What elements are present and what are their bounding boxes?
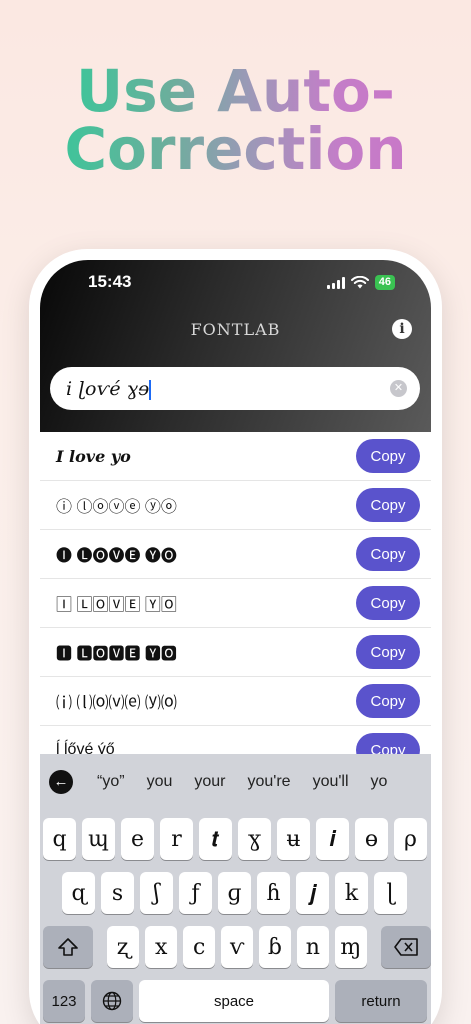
key-row-2: ɋ s ʃ ƒ ɡ ɦ 𝒋 k ɭ — [40, 872, 431, 914]
result-row: ⓘ ⓛⓞⓥⓔ ⓨⓞ Copy — [40, 481, 431, 530]
key-row-3: ʐ x c ѵ ɓ n ɱ — [40, 926, 431, 968]
app-title: FONTLAB — [190, 320, 281, 339]
key[interactable]: 𝒊 — [316, 818, 349, 860]
key[interactable]: ɦ — [257, 872, 290, 914]
result-text: 🅸 🅻🅾🆅🅴 🆈🅾 — [56, 646, 177, 663]
key[interactable]: ɣ — [238, 818, 271, 860]
search-input[interactable]: i ɭoѵé ɣɘ ✕ — [50, 367, 420, 410]
status-icons: 46 — [326, 275, 395, 290]
key[interactable]: ρ — [394, 818, 427, 860]
key-row-1: q ɰ e r 𝒕 ɣ ʉ 𝒊 ɵ ρ — [40, 818, 431, 860]
globe-icon — [102, 991, 122, 1011]
headline-line-1: Use Auto- — [76, 57, 395, 125]
backspace-icon — [394, 938, 418, 956]
search-value: i ɭoѵé ɣɘ — [66, 378, 152, 400]
suggestion-item[interactable]: you — [147, 773, 173, 791]
suggestion-item[interactable]: you're — [247, 773, 290, 791]
status-time: 15:43 — [88, 272, 132, 291]
text-caret — [149, 380, 152, 400]
copy-button[interactable]: Copy — [356, 635, 420, 669]
key[interactable]: ɭ — [374, 872, 407, 914]
app-header: 15:43 46 FONTLAB i i ɭoѵé ɣɘ ✕ — [40, 260, 431, 432]
key[interactable]: r — [160, 818, 193, 860]
key[interactable]: ɓ — [258, 926, 291, 968]
keyboard: ← “yo” you your you're you'll yo q ɰ e r… — [40, 754, 431, 1024]
suggestion-item[interactable]: “yo” — [97, 773, 125, 791]
numbers-key[interactable]: 123 — [43, 980, 85, 1022]
result-text: ⓘ ⓛⓞⓥⓔ ⓨⓞ — [56, 499, 177, 516]
key[interactable]: n — [296, 926, 329, 968]
result-row: 🅸 🅻🅾🆅🅴 🆈🅾 Copy — [40, 628, 431, 677]
key[interactable]: ʉ — [277, 818, 310, 860]
globe-key[interactable] — [91, 980, 133, 1022]
clear-icon[interactable]: ✕ — [390, 380, 407, 397]
copy-button[interactable]: Copy — [356, 586, 420, 620]
key[interactable]: x — [145, 926, 178, 968]
key[interactable]: ʐ — [107, 926, 140, 968]
result-row: ⒤ ⒧⒪⒱⒠ ⒴⒪ Copy — [40, 677, 431, 726]
key[interactable]: k — [335, 872, 368, 914]
key[interactable]: ƒ — [179, 872, 212, 914]
results-list: 𝑰 𝒍𝒐𝒗𝒆 𝒚𝒐 Copy ⓘ ⓛⓞⓥⓔ ⓨⓞ Copy 🅘 🅛🅞🅥🅔 🅨🅞 … — [40, 432, 431, 775]
result-text: 𝑰 𝒍𝒐𝒗𝒆 𝒚𝒐 — [56, 446, 131, 466]
key[interactable]: q — [43, 818, 76, 860]
key[interactable]: ѵ — [221, 926, 253, 968]
result-row: 🄸 🄻🄾🅅🄴 🅈🄾 Copy — [40, 579, 431, 628]
result-text: ⒤ ⒧⒪⒱⒠ ⒴⒪ — [56, 695, 177, 712]
info-icon[interactable]: i — [392, 319, 412, 339]
key-row-4: 123 space return — [40, 980, 431, 1022]
cellular-signal-icon — [326, 276, 345, 289]
key[interactable]: ɱ — [334, 926, 367, 968]
suggestion-item[interactable]: yo — [371, 773, 388, 791]
key[interactable]: ɋ — [62, 872, 95, 914]
suggestion-item[interactable]: you'll — [313, 773, 349, 791]
key[interactable]: 𝒕 — [199, 818, 232, 860]
headline: Use Auto- Correction — [0, 62, 471, 178]
copy-button[interactable]: Copy — [356, 488, 420, 522]
key[interactable]: ɰ — [82, 818, 115, 860]
key[interactable]: ʃ — [140, 872, 173, 914]
space-key[interactable]: space — [139, 980, 329, 1022]
copy-button[interactable]: Copy — [356, 684, 420, 718]
result-text: 🄸 🄻🄾🅅🄴 🅈🄾 — [56, 597, 177, 614]
wifi-icon — [350, 276, 369, 289]
key[interactable]: s — [101, 872, 134, 914]
result-row: 𝑰 𝒍𝒐𝒗𝒆 𝒚𝒐 Copy — [40, 432, 431, 481]
shift-icon — [58, 938, 78, 956]
shift-key[interactable] — [43, 926, 94, 968]
battery-icon: 46 — [374, 275, 395, 290]
key[interactable]: ɡ — [218, 872, 251, 914]
suggestion-bar: ← “yo” you your you're you'll yo — [40, 754, 431, 810]
result-text: 🅘 🅛🅞🅥🅔 🅨🅞 — [56, 548, 177, 565]
backspace-key[interactable] — [380, 926, 431, 968]
key[interactable]: e — [121, 818, 154, 860]
result-row: 🅘 🅛🅞🅥🅔 🅨🅞 Copy — [40, 530, 431, 579]
return-key[interactable]: return — [335, 980, 427, 1022]
copy-button[interactable]: Copy — [356, 537, 420, 571]
suggestion-item[interactable]: your — [194, 773, 225, 791]
key[interactable]: c — [183, 926, 216, 968]
copy-button[interactable]: Copy — [356, 439, 420, 473]
phone-screen: 15:43 46 FONTLAB i i ɭoѵé ɣɘ ✕ 𝑰 𝒍𝒐𝒗𝒆 𝒚𝒐… — [40, 260, 431, 1024]
key[interactable]: ɵ — [355, 818, 388, 860]
key[interactable]: 𝒋 — [296, 872, 329, 914]
arrow-left-icon[interactable]: ← — [49, 770, 73, 794]
headline-line-2: Correction — [64, 115, 407, 183]
